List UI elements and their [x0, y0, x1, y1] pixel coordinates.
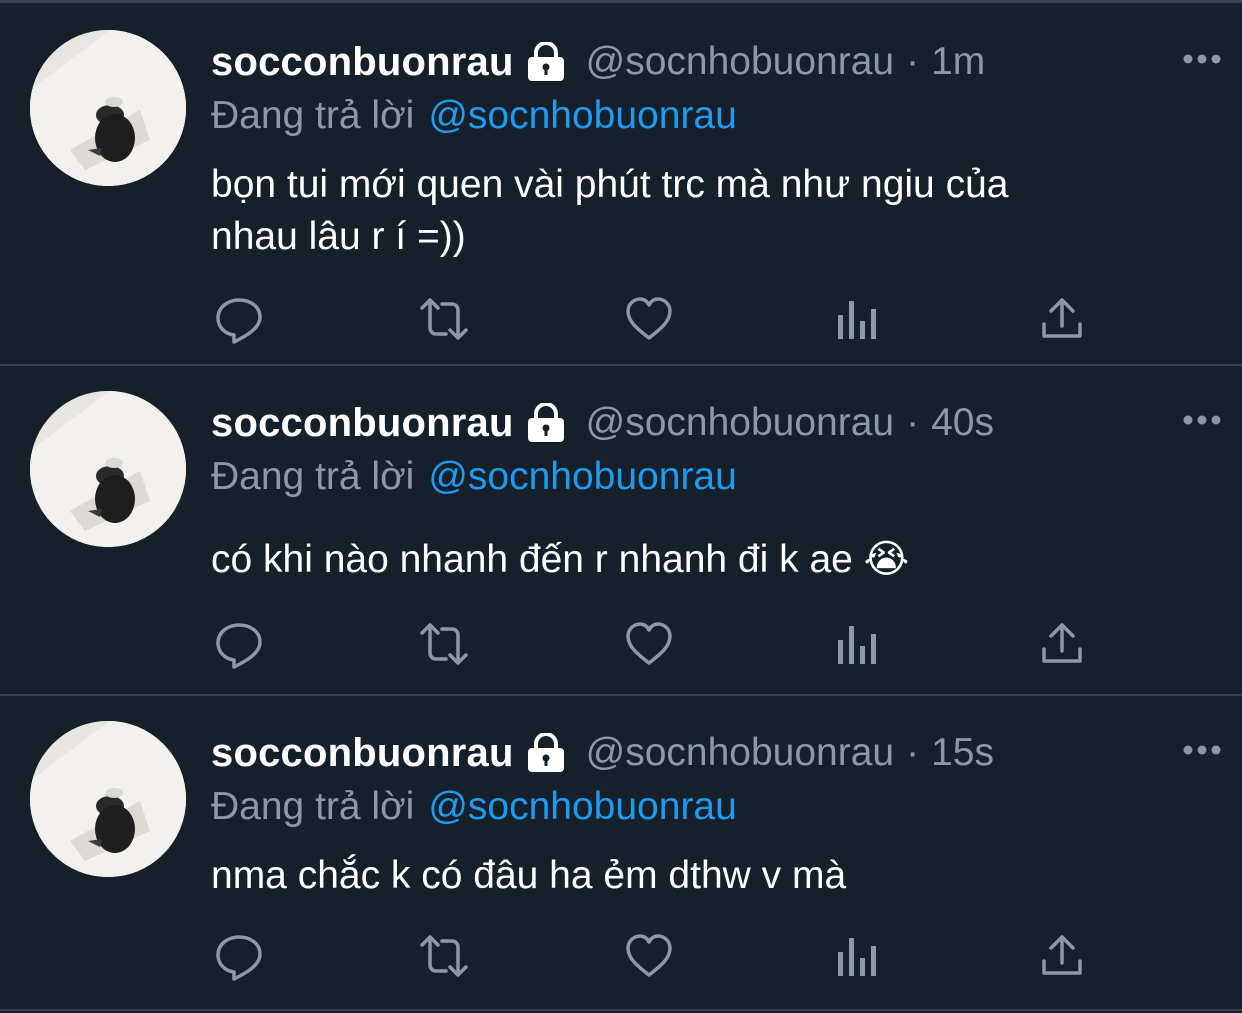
retweet-icon[interactable] [416, 616, 472, 672]
mention-link[interactable]: @socnhobuonrau [428, 94, 736, 137]
separator: · [906, 40, 920, 83]
tweet-content: socconbuonrau @socnhobuonrau · 40s Đang … [211, 394, 1221, 586]
tweet-text-line: có khi nào nhanh đến r nhanh đi k ae 😭 [211, 538, 910, 581]
tweet-actions [211, 616, 1091, 672]
tweet-text: bọn tui mới quen vài phút trc mà như ngi… [211, 159, 1182, 263]
tweet[interactable]: socconbuonrau @socnhobuonrau · 15s Đang … [0, 696, 1242, 1011]
tweet-content: socconbuonrau @socnhobuonrau · 15s Đang … [211, 724, 1221, 902]
tweet-text: nma chắc k có đâu ha ẻm dthw v mà [211, 850, 1182, 902]
share-icon[interactable] [1034, 291, 1090, 347]
tweet-header: socconbuonrau @socnhobuonrau · 1m [211, 33, 1221, 91]
views-icon[interactable] [829, 291, 885, 347]
avatar[interactable] [30, 391, 186, 547]
views-icon[interactable] [829, 616, 885, 672]
tweet-content: socconbuonrau @socnhobuonrau · 1m Đang t… [211, 33, 1221, 263]
avatar[interactable] [30, 30, 186, 186]
tweet-text-line: nhau lâu r í =)) [211, 215, 466, 258]
share-icon[interactable] [1034, 928, 1090, 984]
separator: · [906, 401, 920, 444]
handle[interactable]: @socnhobuonrau [586, 40, 894, 84]
mention-link[interactable]: @socnhobuonrau [428, 785, 736, 828]
tweet[interactable]: socconbuonrau @socnhobuonrau · 40s Đang … [0, 366, 1242, 696]
tweet-actions [211, 291, 1091, 347]
tweet-text: có khi nào nhanh đến r nhanh đi k ae 😭 [211, 534, 1182, 586]
mention-link[interactable]: @socnhobuonrau [428, 455, 736, 498]
replying-to: Đang trả lời @socnhobuonrau [211, 91, 1182, 141]
share-icon[interactable] [1034, 616, 1090, 672]
replying-label: Đang trả lời [211, 455, 415, 498]
tweet-text-line: nma chắc k có đâu ha ẻm dthw v mà [211, 854, 847, 897]
retweet-icon[interactable] [416, 928, 472, 984]
timestamp[interactable]: 1m [931, 40, 985, 84]
reply-icon[interactable] [211, 928, 267, 984]
tweet-header: socconbuonrau @socnhobuonrau · 40s [211, 394, 1221, 452]
replying-label: Đang trả lời [211, 785, 415, 828]
display-name[interactable]: socconbuonrau [211, 401, 514, 446]
display-name[interactable]: socconbuonrau [211, 40, 514, 85]
more-icon[interactable] [1182, 33, 1222, 85]
reply-icon[interactable] [211, 291, 267, 347]
retweet-icon[interactable] [416, 291, 472, 347]
more-icon[interactable] [1182, 724, 1222, 776]
replying-to: Đang trả lời @socnhobuonrau [211, 782, 1182, 832]
tweet-feed: socconbuonrau @socnhobuonrau · 1m Đang t… [0, 0, 1242, 1013]
timestamp[interactable]: 40s [931, 401, 994, 445]
reply-icon[interactable] [211, 616, 267, 672]
replying-to: Đang trả lời @socnhobuonrau [211, 452, 1182, 502]
lock-icon [524, 403, 568, 443]
handle[interactable]: @socnhobuonrau [586, 731, 894, 775]
replying-label: Đang trả lời [211, 94, 415, 137]
lock-icon [524, 42, 568, 82]
views-icon[interactable] [829, 928, 885, 984]
lock-icon [524, 733, 568, 773]
tweet-text-line: bọn tui mới quen vài phút trc mà như ngi… [211, 163, 1009, 206]
separator: · [906, 731, 920, 774]
avatar-image [30, 721, 186, 877]
tweet[interactable]: socconbuonrau @socnhobuonrau · 1m Đang t… [0, 3, 1242, 366]
heart-icon[interactable] [621, 291, 677, 347]
heart-icon[interactable] [621, 616, 677, 672]
more-icon[interactable] [1182, 394, 1222, 446]
avatar[interactable] [30, 721, 186, 877]
timestamp[interactable]: 15s [931, 731, 994, 775]
avatar-image [30, 30, 186, 186]
display-name[interactable]: socconbuonrau [211, 731, 514, 776]
tweet-header: socconbuonrau @socnhobuonrau · 15s [211, 724, 1221, 782]
tweet-actions [211, 928, 1091, 984]
handle[interactable]: @socnhobuonrau [586, 401, 894, 445]
avatar-image [30, 391, 186, 547]
heart-icon[interactable] [621, 928, 677, 984]
